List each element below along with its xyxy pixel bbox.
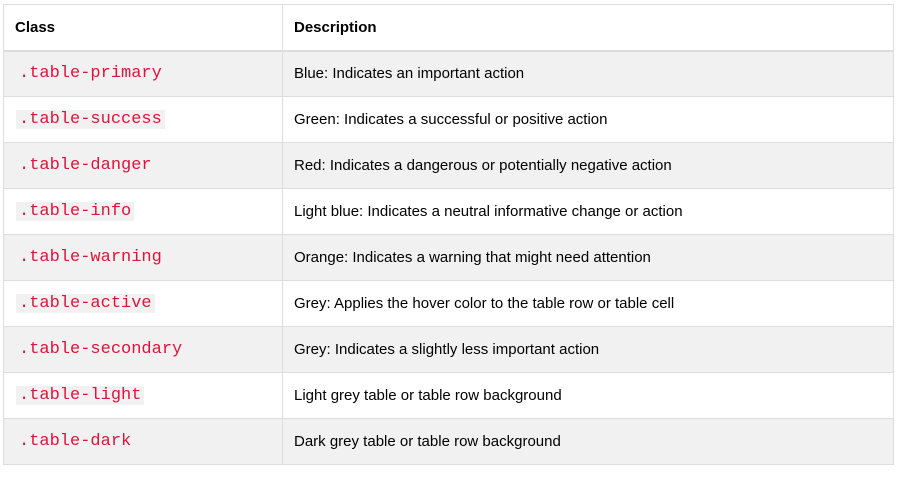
- description-cell: Green: Indicates a successful or positiv…: [282, 96, 894, 143]
- class-cell: .table-warning: [3, 234, 283, 281]
- table-row: .table-dark Dark grey table or table row…: [3, 418, 894, 465]
- table-row: .table-active Grey: Applies the hover co…: [3, 280, 894, 327]
- table-row: .table-danger Red: Indicates a dangerous…: [3, 142, 894, 189]
- class-code: .table-info: [16, 202, 135, 221]
- table-row: .table-secondary Grey: Indicates a sligh…: [3, 326, 894, 373]
- class-cell: .table-secondary: [3, 326, 283, 373]
- class-code: .table-dark: [19, 432, 132, 451]
- class-code: .table-danger: [19, 156, 152, 175]
- description-cell: Dark grey table or table row background: [282, 418, 894, 465]
- table-row: .table-info Light blue: Indicates a neut…: [3, 188, 894, 235]
- class-code: .table-secondary: [19, 340, 183, 359]
- class-cell: .table-primary: [3, 50, 283, 97]
- class-code: .table-active: [16, 294, 155, 313]
- table-classes-reference: Class Description .table-primary Blue: I…: [3, 4, 894, 465]
- table-row: .table-warning Orange: Indicates a warni…: [3, 234, 894, 281]
- class-cell: .table-danger: [3, 142, 283, 189]
- description-cell: Red: Indicates a dangerous or potentiall…: [282, 142, 894, 189]
- class-code: .table-light: [16, 386, 145, 405]
- header-description: Description: [282, 4, 894, 52]
- header-row: Class Description: [3, 4, 894, 52]
- header-class: Class: [3, 4, 283, 52]
- content-area: Class Description .table-primary Blue: I…: [3, 4, 894, 465]
- class-cell: .table-success: [3, 96, 283, 143]
- description-cell: Grey: Indicates a slightly less importan…: [282, 326, 894, 373]
- class-cell: .table-dark: [3, 418, 283, 465]
- table-row: .table-success Green: Indicates a succes…: [3, 96, 894, 143]
- description-cell: Grey: Applies the hover color to the tab…: [282, 280, 894, 327]
- table-header: Class Description: [3, 4, 894, 52]
- description-cell: Orange: Indicates a warning that might n…: [282, 234, 894, 281]
- description-cell: Light grey table or table row background: [282, 372, 894, 419]
- table-row: .table-light Light grey table or table r…: [3, 372, 894, 419]
- class-cell: .table-active: [3, 280, 283, 327]
- table-body: .table-primary Blue: Indicates an import…: [3, 50, 894, 465]
- description-cell: Light blue: Indicates a neutral informat…: [282, 188, 894, 235]
- description-cell: Blue: Indicates an important action: [282, 50, 894, 97]
- class-cell: .table-light: [3, 372, 283, 419]
- class-code: .table-success: [16, 110, 165, 129]
- class-code: .table-primary: [19, 64, 162, 84]
- class-cell: .table-info: [3, 188, 283, 235]
- table-row: .table-primary Blue: Indicates an import…: [3, 50, 894, 97]
- class-code: .table-warning: [19, 248, 162, 267]
